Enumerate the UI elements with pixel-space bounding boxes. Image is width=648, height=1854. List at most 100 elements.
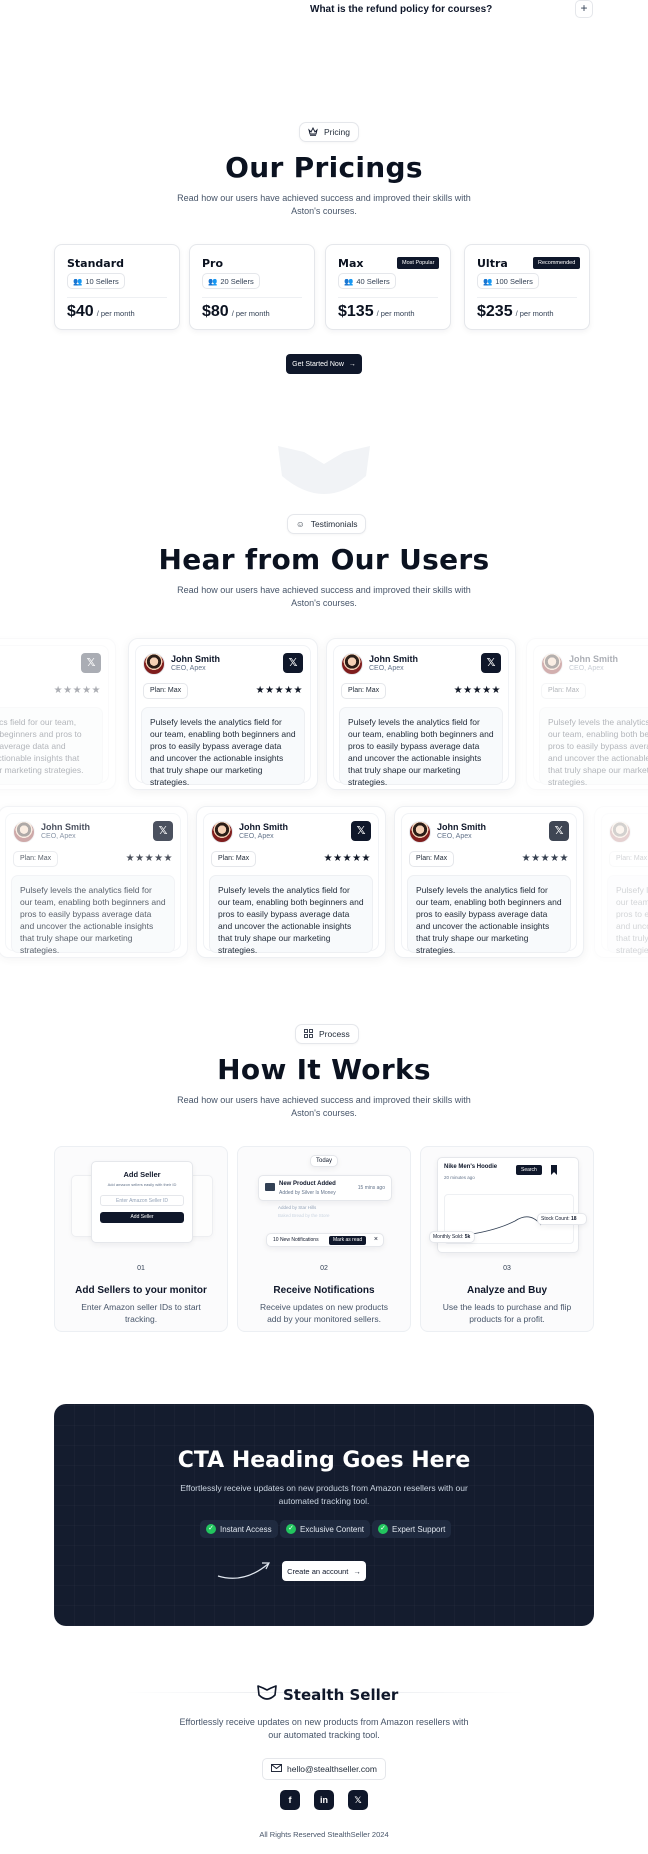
x-icon[interactable]: 𝕏: [481, 653, 501, 673]
plan-name: Standard: [67, 257, 125, 270]
mock-title: Add Seller: [123, 1170, 161, 1179]
pricing-card-max[interactable]: Max Most Popular 👥 40 Sellers $135/ per m…: [325, 244, 451, 330]
plan-badge: Plan: Max: [13, 851, 59, 867]
check-icon: ✓: [286, 1524, 296, 1534]
avatar: [143, 653, 165, 675]
step-description: Use the leads to purchase and flip produ…: [442, 1302, 572, 1324]
users-icon: 👥: [208, 276, 218, 286]
testimonials-subtitle: Read how our users have achieved success…: [177, 585, 471, 608]
price-period: / per month: [96, 309, 135, 318]
footer-logo[interactable]: Stealth Seller: [256, 1684, 398, 1706]
bookmark-icon[interactable]: [550, 1165, 558, 1175]
stock-label: Stock Count:: [541, 1216, 570, 1222]
process-badge: Process: [295, 1024, 359, 1044]
reviewer-name: John Smith: [41, 822, 90, 832]
pricing-badge-label: Pricing: [324, 127, 350, 137]
avatar: [341, 653, 363, 675]
arrow-right-icon: →: [348, 360, 356, 368]
price-value: $80: [202, 303, 229, 320]
users-icon: 👥: [344, 276, 354, 286]
x-icon[interactable]: 𝕏: [351, 821, 371, 841]
pricing-card-standard[interactable]: Standard 👥 10 Sellers $40/ per month: [54, 244, 180, 330]
reviewer-role: CEO, Apex: [437, 833, 472, 840]
avatar: [541, 653, 563, 675]
pricing-title: Our Pricings: [225, 151, 423, 184]
notification-card: New Product Added Added by Silver Is Mon…: [258, 1175, 392, 1201]
avatar: [13, 821, 35, 843]
process-title: How It Works: [217, 1053, 431, 1086]
testimonials-title: Hear from Our Users: [158, 543, 490, 576]
faq-question[interactable]: What is the refund policy for courses?: [310, 4, 492, 15]
email-link[interactable]: hello@stealthseller.com: [262, 1758, 386, 1780]
mail-icon: [271, 1764, 282, 1774]
reviewer-name: John Smith: [437, 822, 486, 832]
box-icon: [265, 1183, 275, 1191]
search-button[interactable]: Search: [516, 1165, 542, 1175]
cta-subtitle: Effortlessly receive updates on new prod…: [180, 1483, 468, 1506]
linkedin-icon[interactable]: in: [314, 1790, 334, 1810]
sold-label: Monthly Sold:: [433, 1234, 464, 1240]
plan-badge: Plan: Max: [409, 851, 455, 867]
sellers-label: 40 Sellers: [356, 276, 390, 286]
plan-badge: Plan: Max: [609, 851, 648, 867]
x-icon[interactable]: 𝕏: [81, 653, 101, 673]
divider: [67, 297, 167, 298]
email-label: hello@stealthseller.com: [287, 1764, 377, 1774]
x-icon[interactable]: 𝕏: [549, 821, 569, 841]
testimonial-quote: Pulsefy levels the analytics field for o…: [407, 875, 571, 955]
facebook-icon[interactable]: f: [280, 1790, 300, 1810]
get-started-button[interactable]: Get Started Now →: [286, 354, 362, 374]
price-period: / per month: [376, 309, 415, 318]
reviewer-role: CEO, Apex: [569, 665, 604, 672]
testimonial-card: John Smith CEO, Apex Plan: Max Pulsefy l…: [526, 638, 648, 790]
rating-stars: ★★★★★: [255, 685, 303, 696]
recommended-tag: Recommended: [533, 257, 581, 269]
notif-time: 15 mins ago: [357, 1185, 385, 1191]
pricing-card-pro[interactable]: Pro 👥 20 Sellers $80/ per month: [189, 244, 315, 330]
mark-read-button[interactable]: Mark as read: [329, 1236, 367, 1245]
product-name: Nike Men's Hoodie: [444, 1164, 498, 1170]
testimonial-quote: Pulsefy levels the analytics field for o…: [607, 875, 648, 955]
sellers-label: 10 Sellers: [85, 276, 119, 286]
rating-stars: ★★★★★: [521, 853, 569, 864]
create-account-button[interactable]: Create an account →: [282, 1561, 366, 1581]
rating-stars: ★★★★★: [125, 853, 173, 864]
avatar: [409, 821, 431, 843]
sellers-count: 👥 20 Sellers: [202, 273, 260, 289]
x-icon[interactable]: 𝕏: [348, 1790, 368, 1810]
reviewer-role: CEO, Apex: [41, 833, 76, 840]
price-value: $135: [338, 303, 374, 320]
plan-name: Max: [338, 257, 364, 270]
testimonial-quote: Pulsefy levels the analytics field for o…: [539, 707, 648, 787]
pricing-card-ultra[interactable]: Ultra Recommended 👥 100 Sellers $235/ per…: [464, 244, 590, 330]
smile-icon: ☺: [296, 519, 305, 529]
sellers-count: 👥 40 Sellers: [338, 273, 396, 289]
testimonials-badge: ☺ Testimonials: [287, 514, 367, 534]
testimonials-decoration: [268, 442, 380, 512]
x-icon[interactable]: 𝕏: [283, 653, 303, 673]
add-seller-button[interactable]: Add Seller: [100, 1212, 184, 1223]
close-icon[interactable]: ×: [374, 1236, 378, 1243]
faq-toggle-button[interactable]: +: [575, 0, 593, 18]
price-period: / per month: [231, 309, 270, 318]
pricing-subtitle: Read how our users have achieved success…: [177, 193, 471, 216]
process-badge-label: Process: [319, 1029, 350, 1039]
plan-badge: Plan: Max: [211, 851, 257, 867]
monthly-sold-chip: Monthly Sold: 5k: [429, 1231, 475, 1243]
testimonial-quote: Pulsefy levels the analytics field for o…: [209, 875, 373, 955]
chip-label: Instant Access: [220, 1524, 272, 1534]
today-chip: Today: [310, 1155, 338, 1167]
divider: [338, 297, 438, 298]
feature-chip: ✓ Instant Access: [200, 1520, 278, 1538]
grid-icon: [304, 1028, 313, 1040]
seller-id-input[interactable]: Enter Amazon Seller ID: [100, 1195, 184, 1206]
plan-name: Ultra: [477, 257, 508, 270]
x-icon[interactable]: 𝕏: [153, 821, 173, 841]
divider: [477, 297, 577, 298]
step-description: Enter Amazon seller IDs to start trackin…: [81, 1302, 201, 1324]
notif-by: Added by Silver Is Money: [279, 1190, 336, 1196]
sellers-count: 👥 10 Sellers: [67, 273, 125, 289]
mock-hint: Add amazon sellers easily with their ID: [107, 1182, 177, 1187]
add-seller-mock: Add Seller Add amazon sellers easily wit…: [91, 1161, 193, 1243]
avatar: [609, 821, 631, 843]
